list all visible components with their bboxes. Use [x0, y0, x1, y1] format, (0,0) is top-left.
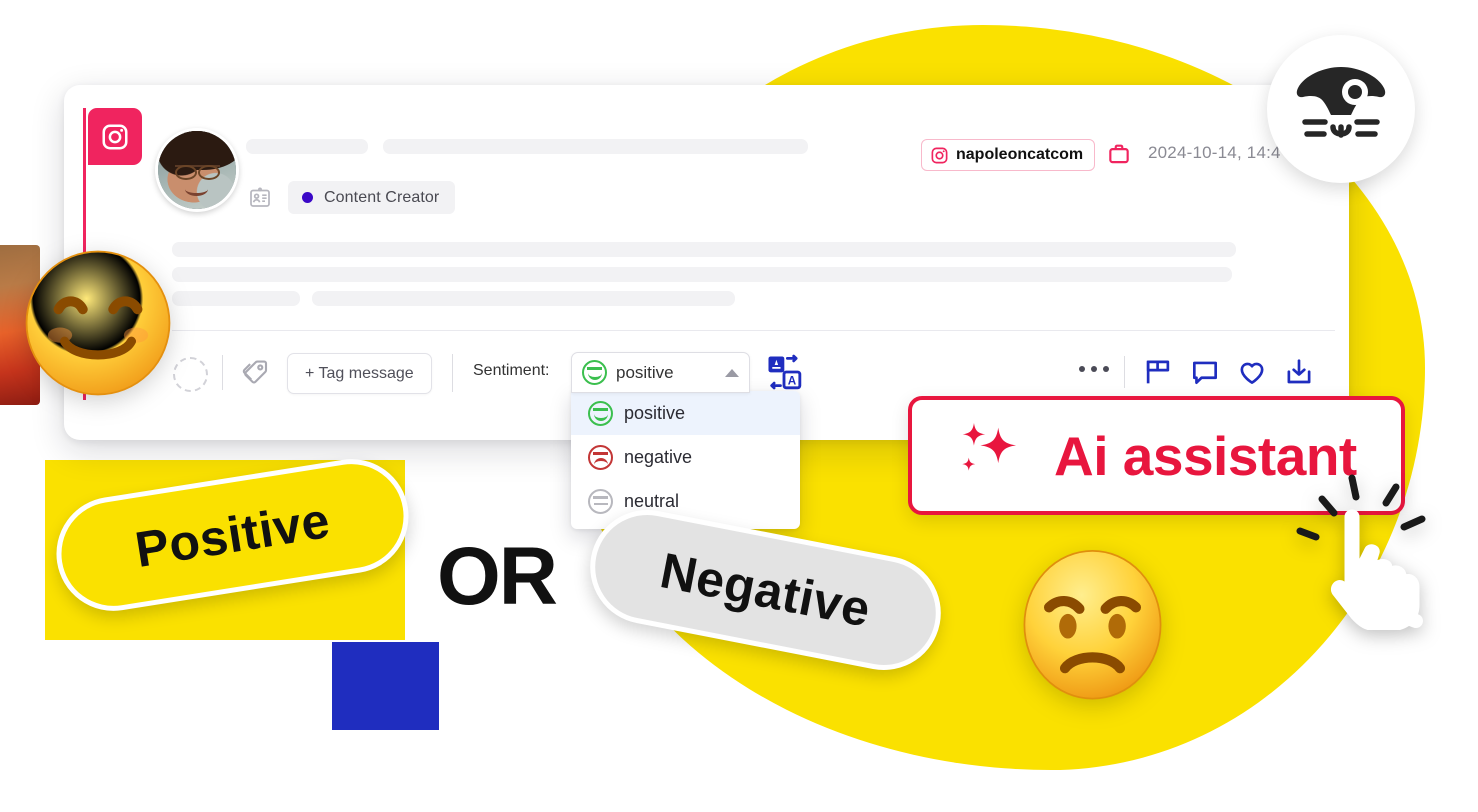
- sentiment-option-positive[interactable]: positive: [571, 391, 800, 435]
- sentiment-dropdown[interactable]: positive negative neutral: [571, 391, 800, 529]
- comment-icon[interactable]: [1189, 356, 1221, 388]
- role-label: Content Creator: [324, 188, 440, 206]
- svg-text:A: A: [788, 375, 797, 388]
- tag-icon[interactable]: [240, 356, 272, 388]
- napoleoncat-cat-logo-icon: [1267, 35, 1415, 183]
- translate-icon[interactable]: A: [765, 353, 803, 391]
- avatar: [155, 128, 239, 212]
- ellipsis-icon[interactable]: [1079, 366, 1109, 372]
- smiley-negative-icon: [588, 444, 613, 470]
- pointer-hand-icon: [1294, 465, 1454, 632]
- heart-icon[interactable]: [1236, 356, 1268, 388]
- briefcase-icon: [1106, 141, 1132, 167]
- skeleton-bar: [383, 139, 808, 154]
- download-icon[interactable]: [1283, 356, 1315, 388]
- smiley-positive-icon: [588, 400, 613, 426]
- account-handle-label: napoleoncatcom: [956, 146, 1084, 163]
- card-divider: [172, 330, 1335, 331]
- sentiment-label: Sentiment:: [473, 362, 550, 379]
- promo-graphic: Content Creator napoleoncatcom 2024-10-1…: [0, 0, 1478, 812]
- skeleton-bar: [312, 291, 735, 306]
- smiley-positive-icon: [582, 360, 607, 385]
- role-dot-icon: [302, 192, 313, 203]
- sentiment-option-negative[interactable]: negative: [571, 435, 800, 479]
- blue-square-shape: [332, 642, 439, 730]
- skeleton-bar: [172, 291, 300, 306]
- sentiment-select[interactable]: positive: [571, 352, 750, 393]
- skeleton-bar: [246, 139, 368, 154]
- account-handle-chip[interactable]: napoleoncatcom: [921, 139, 1096, 171]
- instagram-icon: [88, 108, 142, 165]
- flag-icon[interactable]: [1142, 356, 1174, 388]
- sentiment-option-label: positive: [624, 402, 686, 423]
- toolbar-separator: [1124, 356, 1125, 388]
- smiley-neutral-icon: [588, 488, 613, 514]
- role-badge: Content Creator: [288, 181, 456, 214]
- chevron-up-icon[interactable]: [725, 368, 739, 377]
- tag-message-button[interactable]: + Tag message: [287, 353, 432, 394]
- angry-face-emoji: [1020, 548, 1165, 703]
- contact-card-icon: [248, 186, 272, 210]
- or-text: OR: [437, 531, 558, 622]
- smiling-face-with-smiling-eyes-emoji: [22, 247, 174, 399]
- post-timestamp: 2024-10-14, 14:4: [1148, 143, 1281, 162]
- sentiment-option-label: negative: [624, 446, 693, 467]
- sparkle-icon: [952, 416, 1026, 495]
- assign-avatar-placeholder-icon[interactable]: [173, 357, 208, 392]
- instagram-icon: [931, 147, 948, 163]
- skeleton-bar: [172, 242, 1236, 257]
- skeleton-bar: [172, 267, 1232, 282]
- toolbar-separator: [222, 355, 223, 390]
- toolbar-separator: [452, 354, 453, 392]
- sentiment-selected-value: positive: [616, 362, 674, 382]
- sentiment-option-label: neutral: [624, 490, 680, 511]
